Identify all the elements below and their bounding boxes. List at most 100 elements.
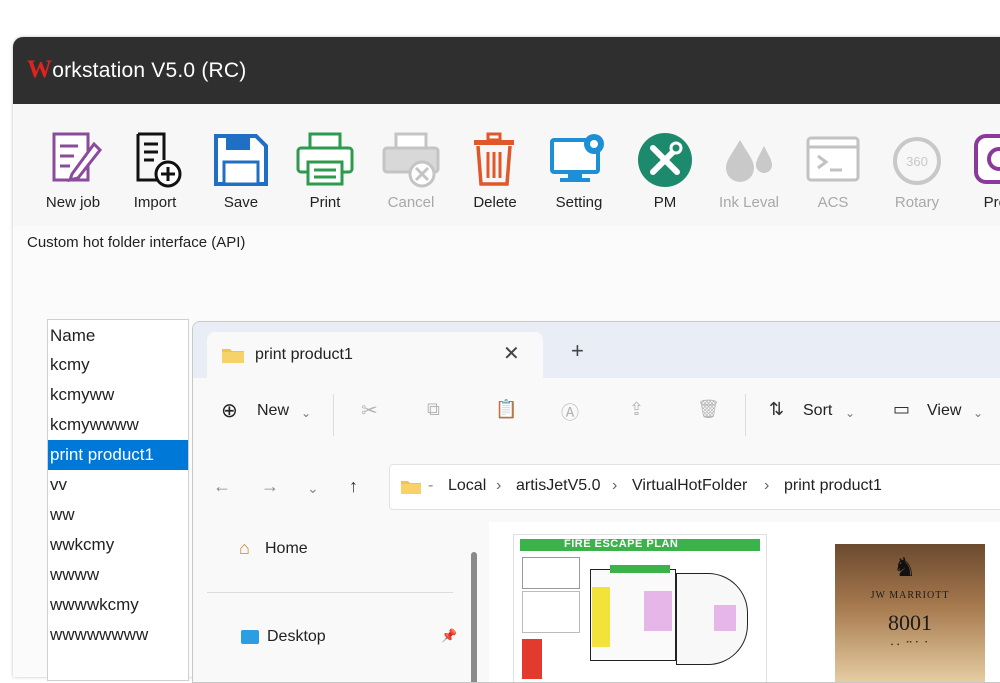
chevron-down-icon: ⌄ [301,406,312,420]
nav-home[interactable]: Home [265,540,308,558]
tab-print-product1[interactable]: print product1 ✕ [207,332,543,378]
monitor-gear-icon [550,134,604,182]
title-logo-letter: W [27,56,53,83]
view-button[interactable]: View [927,402,961,420]
app-title: Workstation V5.0 (RC) [27,56,246,84]
list-item[interactable]: wwwwwwww [48,620,188,650]
breadcrumb-artisjet[interactable]: artisJetV5.0 [516,477,600,495]
list-item[interactable]: kcmy [48,350,188,380]
breadcrumb-local[interactable]: Local [448,477,486,495]
file-explorer-window: print product1 ✕ + ⊕ New ⌄ ✂ ⧉ 📋 Ⓐ ⇪ 🗑 ⇅… [192,321,1000,683]
pm-label: PM [653,194,677,211]
breadcrumb-separator: › [496,477,502,494]
hot-folder-list: Name kcmy kcmyww kcmywwww print product1… [47,319,189,681]
chevron-down-icon: ⌄ [973,406,984,420]
divider [745,394,746,436]
delete-label: Delete [473,194,517,211]
share-icon[interactable]: ⇪ [629,399,644,420]
rotary-button[interactable]: 360 Rotary [877,130,957,220]
title-bar: Workstation V5.0 (RC) [13,37,1000,104]
rotary-360-icon: 360 [893,137,941,185]
print-button[interactable]: Print [285,130,365,220]
title-text: orkstation V5.0 (RC) [52,59,247,82]
breadcrumb-virtualhotfolder[interactable]: VirtualHotFolder [632,477,747,495]
print-label: Print [309,194,341,211]
svg-text:360: 360 [906,154,928,169]
plan-yellow-zone [592,587,610,647]
ink-level-label: Ink Leval [718,194,780,211]
list-item[interactable]: ww [48,500,188,530]
copy-icon[interactable]: ⧉ [427,399,440,420]
sort-button[interactable]: Sort [803,402,832,420]
braille-dots: ⠠⠄⠒⠂⠂ [886,638,934,649]
new-plus-icon: ⊕ [221,400,238,422]
printer-icon [296,132,354,186]
recent-chevron-icon[interactable]: ⌄ [307,480,319,497]
address-bar[interactable]: - Local › artisJetV5.0 › VirtualHotFolde… [389,464,1000,510]
breadcrumb-separator: › [764,477,770,494]
cancel-label: Cancel [387,194,435,211]
paste-icon[interactable]: 📋 [495,399,517,420]
forward-arrow-icon[interactable]: → [261,476,279,497]
list-item[interactable]: wwww [48,560,188,590]
ink-drops-icon [726,140,772,182]
new-job-button[interactable]: New job [33,130,113,220]
list-item[interactable]: wwwwkcmy [48,590,188,620]
acs-button[interactable]: ACS [793,130,873,220]
list-item[interactable]: wwkcmy [48,530,188,560]
new-job-icon [52,132,103,183]
preview-label: Prev [983,194,1000,211]
plan-legend [522,557,580,589]
fire-escape-plan-thumbnail[interactable]: FIRE ESCAPE PLAN [513,534,767,682]
new-button[interactable]: New [257,402,289,420]
back-arrow-icon[interactable]: ← [213,476,231,497]
terminal-icon [806,136,860,182]
up-arrow-icon[interactable]: ↑ [349,476,358,497]
list-item-selected[interactable]: print product1 [48,440,188,470]
list-item[interactable]: kcmyww [48,380,188,410]
tab-title: print product1 [255,346,353,363]
setting-label: Setting [555,194,603,211]
plan-green-route [610,565,670,573]
nav-desktop[interactable]: Desktop [267,628,326,646]
plan-red-marker [522,639,542,679]
navigation-bar: ← → ⌄ ↑ - Local › artisJetV5.0 › Virtual… [193,452,1000,522]
delete-icon[interactable]: 🗑 [697,399,720,420]
list-header-name[interactable]: Name [48,320,188,350]
save-button[interactable]: Save [201,130,281,220]
folder-icon [401,481,421,494]
desktop-icon [241,630,259,644]
preview-button[interactable]: Prev [959,130,1000,220]
plan-curved-zone [676,573,748,665]
folder-icon [222,349,244,363]
import-button[interactable]: Import [115,130,195,220]
chevron-down-icon: ⌄ [845,406,856,420]
main-toolbar: New job Import Save Print Cancel Delete … [13,104,1000,227]
rename-icon[interactable]: Ⓐ [561,399,579,425]
cancel-button[interactable]: Cancel [371,130,451,220]
tools-icon [638,133,692,187]
new-job-label: New job [45,194,101,211]
pm-button[interactable]: PM [625,130,705,220]
new-tab-button[interactable]: + [571,338,584,364]
breadcrumb-print-product1[interactable]: print product1 [784,477,882,495]
command-bar: ⊕ New ⌄ ✂ ⧉ 📋 Ⓐ ⇪ 🗑 ⇅ Sort ⌄ ▭ View ⌄ [193,378,1000,453]
ink-level-button[interactable]: Ink Leval [709,130,789,220]
plan-pink-zone [714,605,736,631]
marriott-logo-icon: ♞ [893,552,917,582]
sort-icon: ⇅ [769,399,785,419]
setting-button[interactable]: Setting [539,130,619,220]
cut-icon[interactable]: ✂ [361,398,378,423]
plan-legend-box [522,591,580,633]
nav-scrollbar[interactable] [471,552,477,682]
list-item[interactable]: vv [48,470,188,500]
import-icon [136,132,182,188]
sign-brand: JW MARRIOTT [870,590,950,601]
delete-button[interactable]: Delete [455,130,535,220]
save-icon [214,134,268,186]
list-item[interactable]: kcmywwww [48,410,188,440]
close-tab-icon[interactable]: ✕ [503,341,520,366]
jw-marriott-sign-thumbnail[interactable]: ♞ JW MARRIOTT 8001 ⠠⠄⠒⠂⠂ [835,544,985,682]
panel-caption: Custom hot folder interface (API) [27,234,246,251]
acs-label: ACS [817,194,849,211]
